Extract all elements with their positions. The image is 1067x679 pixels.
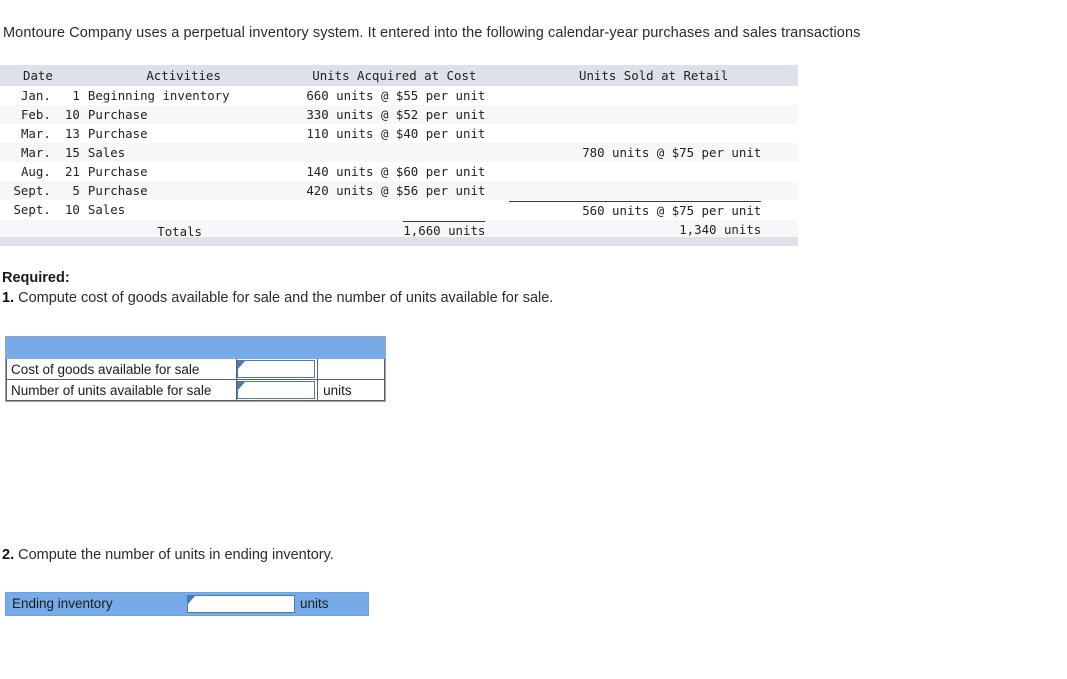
answer-row-cogs: Cost of goods available for sale: [5, 358, 385, 380]
input-flag-icon: [188, 596, 195, 604]
required-heading: Required:: [2, 270, 70, 286]
cell-day: 5: [54, 181, 80, 200]
requirement-2: 2. Compute the number of units in ending…: [2, 547, 334, 563]
answer-form-1: Cost of goods available for sale Number …: [5, 336, 386, 402]
answer-input-cell-units[interactable]: [236, 379, 319, 401]
cell-acquired-text: 110 units @ $40 per unit: [306, 125, 486, 141]
answer-table-1-header-row: [5, 337, 385, 359]
cell-activity: Purchase: [79, 124, 280, 143]
answer-unit-cogs: [317, 358, 385, 380]
cell-acquired-text: 660 units @ $55 per unit: [306, 87, 486, 103]
column-header-activities: Activities: [79, 65, 280, 86]
answer-header-unit-cell: [317, 337, 385, 359]
cell-sold: 560 units @ $75 per unit: [509, 200, 798, 220]
cell-month: Mar.: [0, 143, 55, 162]
table-header-row: Date Activities Units Acquired at Cost U…: [0, 65, 798, 86]
cell-acquired: 330 units @ $52 per unit: [279, 105, 510, 124]
cell-day: 21: [54, 162, 80, 181]
cell-month: Sept.: [0, 181, 55, 200]
cell-month: Jan.: [0, 86, 55, 105]
cell-sold: [509, 86, 798, 105]
cell-sold: [509, 105, 798, 124]
requirement-1: 1. Compute cost of goods available for s…: [2, 290, 553, 306]
answer-row-units: Number of units available for sale units: [5, 379, 385, 401]
cell-activity: Purchase: [79, 181, 280, 200]
requirement-1-text: Compute cost of goods available for sale…: [14, 290, 554, 306]
table-row: Sept. 10 Sales 560 units @ $75 per unit: [0, 200, 798, 220]
answer-label-units: Number of units available for sale: [5, 379, 238, 401]
units-available-input[interactable]: [237, 381, 316, 399]
requirement-2-text: Compute the number of units in ending in…: [14, 547, 334, 563]
answer-table-1: Cost of goods available for sale Number …: [5, 337, 385, 401]
table-footer-bar: [0, 237, 798, 246]
transactions-table: Date Activities Units Acquired at Cost U…: [0, 65, 798, 244]
ending-inventory-unit: units: [300, 596, 329, 611]
cell-acquired: 660 units @ $55 per unit: [279, 86, 510, 105]
cell-activity: Purchase: [79, 162, 280, 181]
cell-sold-text: 560 units @ $75 per unit: [509, 201, 762, 218]
column-header-date: Date: [0, 65, 80, 86]
column-header-units-sold: Units Sold at Retail: [509, 65, 798, 86]
cell-day: 10: [54, 105, 80, 124]
table-row: Feb. 10 Purchase 330 units @ $52 per uni…: [0, 105, 798, 124]
cell-month: Sept.: [0, 200, 55, 220]
cell-acquired: 420 units @ $56 per unit: [279, 181, 510, 200]
cell-acquired-text: 420 units @ $56 per unit: [306, 182, 486, 198]
table-row: Sept. 5 Purchase 420 units @ $56 per uni…: [0, 181, 798, 200]
answer-unit-units: units: [317, 379, 385, 401]
cell-month: Mar.: [0, 124, 55, 143]
ending-inventory-input[interactable]: [187, 595, 295, 613]
cell-sold: [509, 162, 798, 181]
table-row: Aug. 21 Purchase 140 units @ $60 per uni…: [0, 162, 798, 181]
cell-activity: Purchase: [79, 105, 280, 124]
cell-acquired: [279, 143, 510, 162]
table-row: Mar. 13 Purchase 110 units @ $40 per uni…: [0, 124, 798, 143]
input-flag-icon: [238, 361, 246, 369]
cell-day: 13: [54, 124, 80, 143]
cell-activity: Sales: [79, 143, 280, 162]
cell-sold: [509, 181, 798, 200]
cell-sold: 780 units @ $75 per unit: [509, 143, 798, 162]
cogs-input[interactable]: [237, 360, 316, 378]
cell-sold-text: 780 units @ $75 per unit: [582, 144, 762, 160]
cell-acquired-text: 330 units @ $52 per unit: [306, 106, 486, 122]
answer-header-value-cell: [236, 337, 319, 359]
requirement-2-number: 2.: [2, 547, 15, 563]
cell-day: 1: [54, 86, 80, 105]
intro-paragraph: Montoure Company uses a perpetual invent…: [3, 25, 861, 41]
cell-day: 10: [54, 200, 80, 220]
requirement-1-number: 1.: [2, 290, 15, 306]
table-row: Jan. 1 Beginning inventory 660 units @ $…: [0, 86, 798, 105]
column-header-units-acquired: Units Acquired at Cost: [279, 65, 510, 86]
cell-acquired: 110 units @ $40 per unit: [279, 124, 510, 143]
cell-month: Aug.: [0, 162, 55, 181]
cell-month: Feb.: [0, 105, 55, 124]
input-flag-icon: [238, 382, 246, 390]
cell-day: 15: [54, 143, 80, 162]
transactions-table-wrapper: Date Activities Units Acquired at Cost U…: [0, 65, 798, 244]
answer-label-cogs: Cost of goods available for sale: [5, 358, 238, 380]
cell-acquired-text: 140 units @ $60 per unit: [306, 163, 486, 179]
cell-activity: Beginning inventory: [79, 86, 280, 105]
cell-sold: [509, 124, 798, 143]
cell-acquired: 140 units @ $60 per unit: [279, 162, 510, 181]
answer-input-cell-cogs[interactable]: [236, 358, 319, 380]
answer-header-label-cell: [5, 337, 238, 359]
table-row: Mar. 15 Sales 780 units @ $75 per unit: [0, 143, 798, 162]
answer-form-2: Ending inventory units: [5, 592, 369, 616]
ending-inventory-label: Ending inventory: [12, 596, 113, 611]
cell-activity: Sales: [79, 200, 280, 220]
cell-acquired: [279, 200, 510, 220]
